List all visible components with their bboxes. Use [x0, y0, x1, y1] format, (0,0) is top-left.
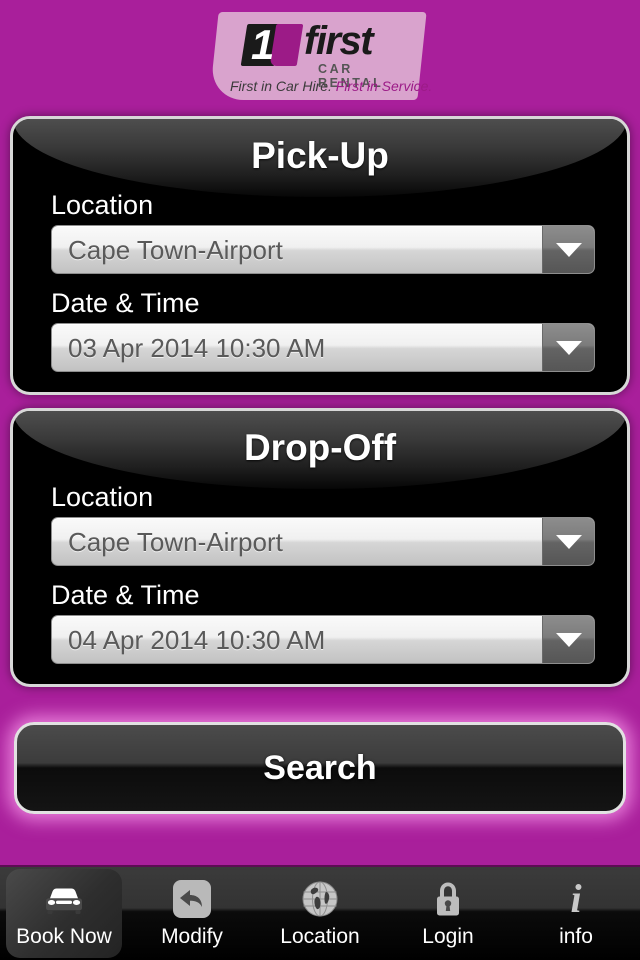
chevron-down-icon — [555, 242, 582, 257]
car-icon — [41, 876, 87, 922]
pickup-location-value: Cape Town-Airport — [68, 234, 283, 265]
dropoff-location-dropdown-button[interactable] — [542, 518, 594, 565]
tagline-part-two: First in Service. — [335, 78, 433, 94]
dropoff-datetime-dropdown-button[interactable] — [542, 616, 594, 663]
logo-tagline: First in Car Hire. First in Service. — [230, 78, 432, 94]
tab-book-now[interactable]: Book Now — [0, 867, 128, 960]
chevron-down-icon — [555, 340, 582, 355]
logo-numeral: 1 — [251, 21, 274, 68]
tab-label-login: Login — [422, 925, 474, 948]
pickup-location-select[interactable]: Cape Town-Airport — [51, 225, 595, 274]
info-icon: i — [570, 876, 582, 921]
dropoff-panel: Drop-Off Location Cape Town-Airport Date… — [10, 408, 630, 687]
dropoff-datetime-select[interactable]: 04 Apr 2014 10:30 AM — [51, 615, 595, 664]
tab-label-location: Location — [280, 925, 360, 948]
dropoff-location-select[interactable]: Cape Town-Airport — [51, 517, 595, 566]
back-arrow-icon — [169, 876, 215, 922]
search-button[interactable]: Search — [14, 722, 626, 814]
pickup-title: Pick-Up — [251, 135, 389, 176]
dropoff-location-label: Location — [51, 482, 154, 512]
pickup-datetime-value: 03 Apr 2014 10:30 AM — [68, 332, 326, 363]
dropoff-datetime-label: Date & Time — [51, 580, 200, 610]
pickup-location-label: Location — [51, 190, 154, 220]
chevron-down-icon — [555, 632, 582, 647]
lock-icon — [425, 876, 471, 922]
tab-label-book-now: Book Now — [16, 925, 112, 948]
tab-location[interactable]: Location — [256, 867, 384, 960]
chevron-down-icon — [555, 534, 582, 549]
pickup-datetime-select[interactable]: 03 Apr 2014 10:30 AM — [51, 323, 595, 372]
bottom-tab-bar: Book Now Modify Location Login i info — [0, 865, 640, 960]
search-button-glow: Search — [14, 722, 626, 814]
pickup-datetime-label: Date & Time — [51, 288, 200, 318]
tab-info[interactable]: i info — [512, 867, 640, 960]
app-header: 1 first CAR RENTAL First in Car Hire. Fi… — [0, 0, 640, 113]
tab-login[interactable]: Login — [384, 867, 512, 960]
tab-modify[interactable]: Modify — [128, 867, 256, 960]
tab-label-info: info — [559, 925, 593, 948]
tab-label-modify: Modify — [161, 925, 223, 948]
pickup-location-dropdown-button[interactable] — [542, 226, 594, 273]
pickup-datetime-dropdown-button[interactable] — [542, 324, 594, 371]
pickup-panel: Pick-Up Location Cape Town-Airport Date … — [10, 116, 630, 395]
globe-icon — [297, 876, 343, 922]
dropoff-title: Drop-Off — [243, 427, 397, 468]
tagline-part-one: First in Car Hire. — [230, 78, 332, 94]
brand-logo: 1 first CAR RENTAL First in Car Hire. Fi… — [214, 12, 432, 100]
dropoff-datetime-value: 04 Apr 2014 10:30 AM — [68, 624, 326, 655]
logo-wordmark: first — [304, 19, 374, 63]
first-numeral-icon: 1 — [240, 21, 304, 68]
dropoff-location-value: Cape Town-Airport — [68, 526, 283, 557]
